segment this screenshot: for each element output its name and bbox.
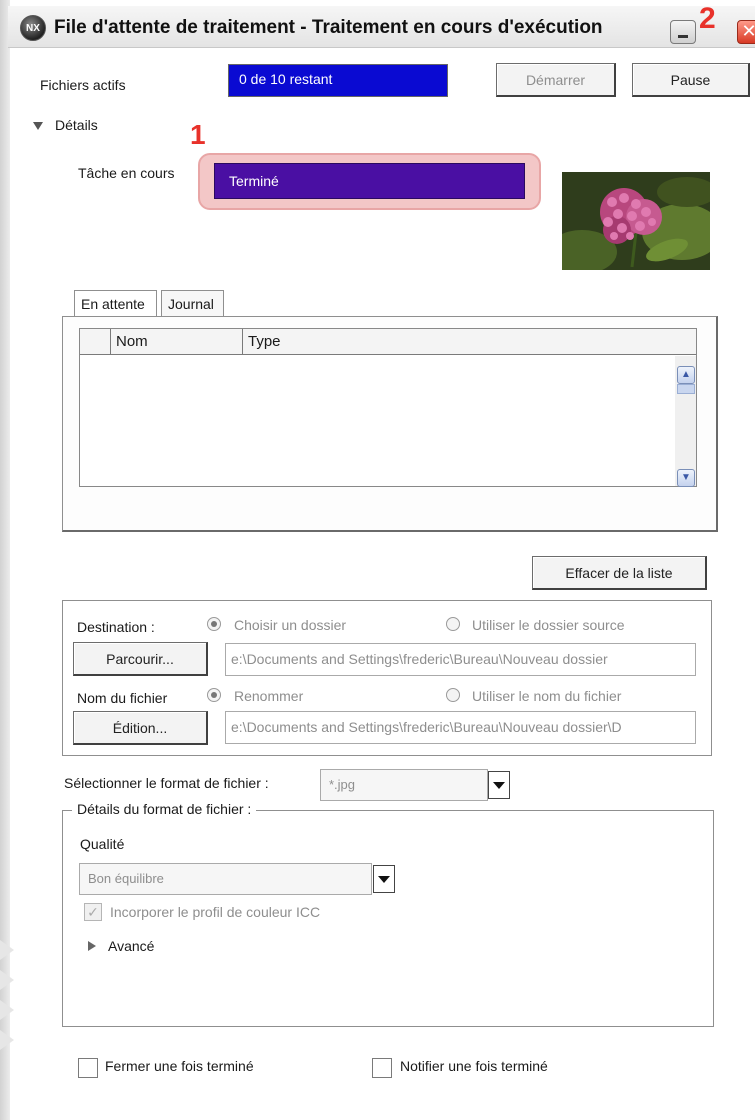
- radio-use-filename-label[interactable]: Utiliser le nom du fichier: [472, 688, 621, 704]
- column-header-type[interactable]: Type: [248, 333, 281, 350]
- details-expand-toggle[interactable]: [33, 122, 43, 130]
- advanced-label[interactable]: Avancé: [108, 938, 154, 954]
- progress-text: 0 de 10 restant: [239, 71, 333, 87]
- details-label: Détails: [55, 117, 98, 133]
- quality-label: Qualité: [80, 836, 125, 852]
- current-task-status-text: Terminé: [229, 173, 279, 189]
- tab-journal[interactable]: Journal: [161, 290, 224, 317]
- radio-use-source-folder-label[interactable]: Utiliser le dossier source: [472, 617, 625, 633]
- radio-use-filename[interactable]: [446, 688, 460, 702]
- close-when-done-label[interactable]: Fermer une fois terminé: [105, 1058, 254, 1074]
- start-button[interactable]: Démarrer: [496, 63, 616, 97]
- notify-when-done-label[interactable]: Notifier une fois terminé: [400, 1058, 548, 1074]
- quality-dropdown-arrow-icon[interactable]: [373, 865, 395, 893]
- queue-progress-indicator: 0 de 10 restant: [228, 64, 448, 97]
- decorative-edge-pattern: [0, 940, 14, 1050]
- format-details-legend: Détails du format de fichier :: [72, 801, 257, 817]
- edit-button[interactable]: Édition...: [73, 711, 208, 745]
- icc-profile-label: Incorporer le profil de couleur ICC: [110, 904, 321, 920]
- column-divider: [110, 329, 111, 355]
- radio-rename-label[interactable]: Renommer: [234, 688, 303, 704]
- list-header: Nom Type: [80, 329, 696, 355]
- column-header-name[interactable]: Nom: [116, 333, 148, 350]
- advanced-expand-toggle[interactable]: [88, 941, 96, 951]
- annotation-marker-1: 1: [190, 119, 206, 150]
- expand-arrow-icon: [88, 941, 96, 951]
- radio-rename[interactable]: [207, 688, 221, 702]
- scroll-up-icon[interactable]: ▲: [677, 366, 695, 384]
- image-thumbnail: [562, 172, 710, 270]
- filename-path-field[interactable]: e:\Documents and Settings\frederic\Burea…: [225, 711, 696, 744]
- tab-en-attente[interactable]: En attente: [74, 290, 157, 317]
- file-format-select[interactable]: *.jpg: [320, 769, 488, 801]
- notify-when-done-checkbox[interactable]: [372, 1058, 392, 1078]
- list-scrollbar[interactable]: ▲ ▼: [675, 356, 696, 487]
- annotation-marker-2: 2: [699, 2, 716, 35]
- active-files-label: Fichiers actifs: [40, 77, 126, 93]
- window-title: File d'attente de traitement - Traitemen…: [54, 17, 603, 38]
- current-task-status-field: Terminé: [214, 163, 525, 199]
- column-divider: [242, 329, 243, 355]
- file-format-dropdown-arrow-icon[interactable]: [488, 771, 510, 799]
- clear-list-button[interactable]: Effacer de la liste: [532, 556, 707, 590]
- scroll-down-icon[interactable]: ▼: [677, 469, 695, 487]
- filename-label: Nom du fichier: [77, 690, 168, 706]
- flower-thumbnail-image: [562, 172, 710, 270]
- radio-choose-folder-label[interactable]: Choisir un dossier: [234, 617, 346, 633]
- close-when-done-checkbox[interactable]: [78, 1058, 98, 1078]
- scroll-thumb[interactable]: [677, 384, 695, 394]
- radio-choose-folder[interactable]: [207, 617, 221, 631]
- close-button[interactable]: ✕: [737, 20, 755, 44]
- nx-logo-icon: NX: [20, 15, 46, 41]
- title-bar[interactable]: NX File d'attente de traitement - Traite…: [8, 6, 755, 48]
- file-format-label: Sélectionner le format de fichier :: [64, 775, 269, 791]
- current-task-label: Tâche en cours: [78, 165, 175, 181]
- browse-button[interactable]: Parcourir...: [73, 642, 208, 676]
- quality-select[interactable]: Bon équilibre: [79, 863, 372, 895]
- collapse-arrow-icon: [33, 122, 43, 130]
- pause-button[interactable]: Pause: [632, 63, 750, 97]
- minimize-button[interactable]: [670, 20, 696, 44]
- destination-path-field[interactable]: e:\Documents and Settings\frederic\Burea…: [225, 643, 696, 676]
- destination-label: Destination :: [77, 619, 155, 635]
- queue-file-list[interactable]: Nom Type ▲ ▼: [79, 328, 697, 487]
- icc-profile-checkbox[interactable]: ✓: [84, 903, 102, 921]
- radio-use-source-folder[interactable]: [446, 617, 460, 631]
